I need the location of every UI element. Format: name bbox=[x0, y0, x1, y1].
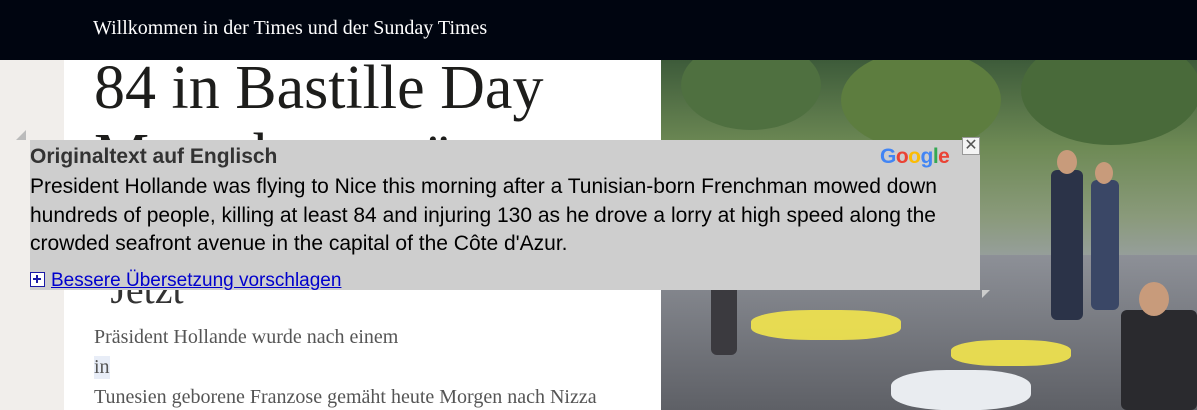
popup-corner-marker bbox=[16, 130, 26, 140]
palm-foliage bbox=[681, 60, 821, 130]
white-sheet bbox=[891, 370, 1031, 410]
seated-person bbox=[1121, 310, 1197, 410]
headline-line-1: 84 in Bastille Day bbox=[94, 60, 544, 122]
plus-icon[interactable] bbox=[30, 272, 45, 287]
welcome-text: Willkommen in der Times und der Sunday T… bbox=[93, 17, 488, 39]
person-head bbox=[1139, 282, 1169, 316]
rescue-blanket bbox=[751, 310, 901, 340]
person-head bbox=[1095, 162, 1113, 184]
article-body-line: Tunesien geborene Franzose gemäht heute … bbox=[94, 386, 597, 408]
person-figure bbox=[1051, 170, 1083, 320]
article-body-line: Präsident Hollande wurde nach einem bbox=[94, 326, 399, 348]
person-head bbox=[1057, 150, 1077, 174]
palm-foliage bbox=[1021, 60, 1197, 145]
google-logo: Google bbox=[880, 145, 950, 168]
article-body-line-highlighted: in bbox=[94, 356, 110, 379]
person-figure bbox=[1091, 180, 1119, 310]
popup-corner-marker bbox=[982, 290, 990, 298]
original-english-text: President Hollande was flying to Nice th… bbox=[30, 175, 937, 255]
suggest-better-translation-link[interactable]: Bessere Übersetzung vorschlagen bbox=[51, 270, 341, 291]
popup-title: Originaltext auf Englisch bbox=[30, 145, 278, 168]
top-banner: Willkommen in der Times und der Sunday T… bbox=[0, 0, 1197, 60]
suggest-translation-row[interactable]: Bessere Übersetzung vorschlagen bbox=[30, 270, 341, 292]
rescue-blanket bbox=[951, 340, 1071, 366]
translate-original-text-popup: Originaltext auf Englisch Google ✕ Presi… bbox=[30, 137, 980, 292]
close-button[interactable]: ✕ bbox=[962, 137, 980, 155]
